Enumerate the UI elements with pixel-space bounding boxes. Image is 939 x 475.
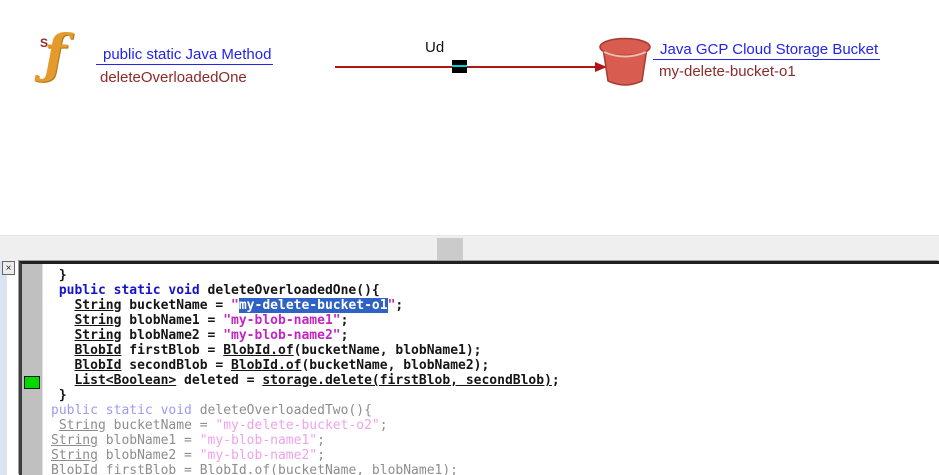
code-line[interactable]: BlobId firstBlob = BlobId.of(bucketName,… (51, 343, 939, 358)
code-line[interactable]: BlobId secondBlob = BlobId.of(bucketName… (51, 358, 939, 373)
code-token (51, 313, 74, 328)
code-token (51, 373, 74, 388)
code-line[interactable]: String blobName1 = "my-blob-name1"; (51, 433, 939, 448)
code-token: firstBlob = (121, 343, 223, 358)
diagram-canvas[interactable]: ƒ S public static Java Method deleteOver… (0, 0, 939, 235)
code-token: blobName1 = (121, 313, 223, 328)
code-line[interactable]: public static void deleteOverloadedOne()… (51, 283, 939, 298)
code-line[interactable]: String blobName2 = "my-blob-name2"; (51, 448, 939, 463)
edge-label: Ud (425, 39, 444, 56)
code-link[interactable]: String (51, 433, 98, 448)
code-line[interactable]: } (51, 268, 939, 283)
code-gutter[interactable] (22, 264, 43, 475)
code-token: ; (552, 373, 560, 388)
code-link[interactable]: BlobId (74, 358, 121, 373)
code-line[interactable]: String blobName1 = "my-blob-name1"; (51, 313, 939, 328)
code-token: } (51, 388, 67, 403)
function-icon: ƒ (44, 26, 66, 84)
code-token: blobName1 = (98, 433, 200, 448)
code-token (51, 358, 74, 373)
code-token: bucketName = (106, 418, 216, 433)
code-token (51, 328, 74, 343)
static-badge: S (40, 36, 48, 50)
code-token: "my-blob-name1" (223, 313, 340, 328)
code-link[interactable]: String (51, 448, 98, 463)
code-line[interactable]: List<Boolean> deleted = storage.delete(f… (51, 373, 939, 388)
bucket-node-title-link[interactable]: Java GCP Cloud Storage Bucket (653, 41, 880, 60)
code-line[interactable]: String bucketName = "my-delete-bucket-o1… (51, 298, 939, 313)
close-button[interactable]: × (2, 261, 15, 275)
method-node-name: deleteOverloadedOne (100, 69, 247, 86)
left-edge-strip (0, 261, 7, 475)
code-token: ; (341, 313, 349, 328)
code-token: bucketName = (121, 298, 231, 313)
code-line[interactable]: String bucketName = "my-delete-bucket-o2… (51, 418, 939, 433)
code-token: ; (317, 448, 325, 463)
code-token: deleteOverloadedOne(){ (200, 283, 380, 298)
code-line[interactable]: public static void deleteOverloadedTwo()… (51, 403, 939, 418)
code-token: firstBlob = (98, 463, 200, 475)
horizontal-scrollbar-track[interactable] (0, 235, 939, 261)
code-token: (bucketName, blobName1); (270, 463, 458, 475)
code-token: "my-blob-name2" (223, 328, 340, 343)
breakpoint-marker[interactable] (24, 376, 40, 389)
code-token (51, 418, 59, 433)
code-lines[interactable]: } public static void deleteOverloadedOne… (43, 264, 939, 475)
code-token: public static void (51, 403, 192, 418)
edge-handle[interactable] (452, 60, 467, 73)
bucket-node-name: my-delete-bucket-o1 (659, 63, 796, 80)
code-token: "my-delete-bucket-o2" (215, 418, 379, 433)
code-token: ; (341, 328, 349, 343)
bucket-icon (596, 35, 654, 90)
code-token: public static void (51, 283, 200, 298)
code-line[interactable]: } (51, 388, 939, 403)
code-token: blobName2 = (121, 328, 223, 343)
code-token: (bucketName, blobName2); (301, 358, 489, 373)
code-link[interactable]: BlobId.of (200, 463, 270, 475)
code-token: deleted = (176, 373, 262, 388)
code-line[interactable]: String blobName2 = "my-blob-name2"; (51, 328, 939, 343)
code-link[interactable]: BlobId.of (223, 343, 293, 358)
code-token (51, 343, 74, 358)
code-token: } (51, 268, 67, 283)
code-token (51, 298, 74, 313)
code-token: blobName2 = (98, 448, 200, 463)
code-link[interactable]: String (74, 328, 121, 343)
code-link[interactable]: List<Boolean> (74, 373, 176, 388)
code-token: (bucketName, blobName1); (294, 343, 482, 358)
code-link[interactable]: String (74, 298, 121, 313)
code-line[interactable]: BlobId firstBlob = BlobId.of(bucketName,… (51, 463, 939, 475)
code-token: "my-blob-name2" (200, 448, 317, 463)
java-static-method-icon: ƒ S (38, 30, 88, 88)
code-token: "my-blob-name1" (200, 433, 317, 448)
code-link[interactable]: BlobId (74, 343, 121, 358)
code-token: ; (317, 433, 325, 448)
code-link[interactable]: BlobId (51, 463, 98, 475)
code-link[interactable]: String (74, 313, 121, 328)
code-token: " (231, 298, 239, 313)
code-link[interactable]: storage.delete(firstBlob, secondBlob) (262, 373, 552, 388)
code-link[interactable]: String (59, 418, 106, 433)
code-panel: } public static void deleteOverloadedOne… (19, 261, 939, 475)
code-link[interactable]: BlobId.of (231, 358, 301, 373)
scrollbar-thumb[interactable] (437, 238, 463, 261)
method-node-title-link[interactable]: public static Java Method (96, 46, 273, 65)
code-token: ; (380, 418, 388, 433)
edge-handle-midline (452, 65, 467, 67)
selected-text: my-delete-bucket-o1 (239, 298, 388, 313)
code-token: ; (395, 298, 403, 313)
code-token: deleteOverloadedTwo(){ (192, 403, 372, 418)
code-token: secondBlob = (121, 358, 231, 373)
